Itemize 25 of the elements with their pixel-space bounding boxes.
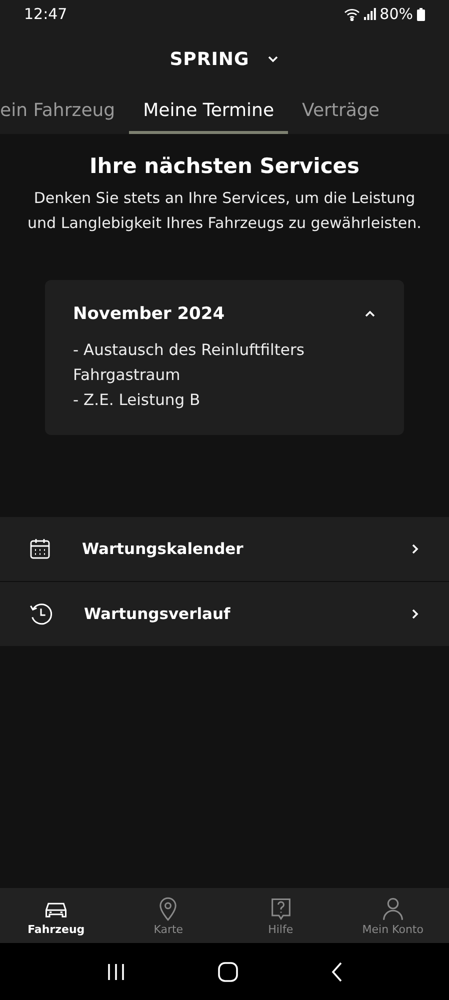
tab[interactable]: ein Fahrzeug (0, 90, 130, 134)
nav-tab[interactable]: Karte (112, 888, 224, 943)
battery-icon (417, 8, 425, 20)
calendar-icon (28, 537, 52, 561)
nav-tab[interactable]: Mein Konto (336, 888, 449, 943)
tab[interactable]: Meine Termine (129, 90, 288, 134)
history-icon (28, 601, 54, 627)
tab[interactable]: Verträge (288, 90, 394, 134)
service-date: November 2024 (73, 304, 225, 324)
service-item: - Z.E. Leistung B (73, 390, 202, 411)
recent-apps-icon[interactable] (106, 962, 126, 980)
nav-tab[interactable]: Hilfe (224, 888, 337, 943)
wifi-icon (344, 8, 360, 20)
nav-tab[interactable]: Fahrzeug (0, 888, 112, 943)
battery-percent: 80% (380, 5, 413, 23)
menu-row[interactable]: Wartungskalender (0, 517, 449, 581)
service-item: - Austausch des Reinluftfilters Fahrgastraum (73, 340, 306, 386)
section-description: Denken Sie stets an Ihre Services, um die Leistung und Langlebigkeit Ihres Fahrzeugs zu gewährleisten. (26, 188, 422, 234)
menu-row[interactable]: Wartungsverlauf (0, 581, 449, 646)
home-icon[interactable] (218, 962, 238, 982)
section-title: Ihre nächsten Services (88, 154, 361, 178)
status-time: 12:47 (24, 5, 68, 23)
vehicle-name[interactable]: SPRING (170, 48, 250, 70)
signal-icon (364, 8, 376, 20)
back-icon[interactable] (330, 962, 343, 982)
